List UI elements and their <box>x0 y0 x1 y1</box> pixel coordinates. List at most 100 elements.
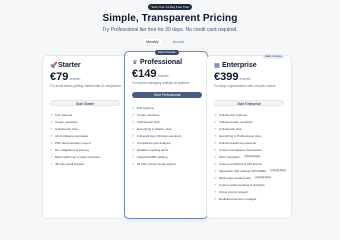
plan-description: For small teams getting started with AI … <box>50 84 122 88</box>
start-professional-button[interactable]: Start Professional <box>132 92 202 98</box>
check-icon: ✓ <box>50 119 53 124</box>
check-icon: ✓ <box>214 119 217 124</box>
check-icon: ✓ <box>132 105 135 110</box>
check-icon: ✓ <box>50 112 53 117</box>
start-starter-button[interactable]: Start Starter <box>50 100 120 106</box>
feature-text: 3 team members <box>55 119 78 124</box>
billing-annual-option[interactable]: Annual <box>169 38 188 45</box>
billing-toggle: Monthly Annual <box>142 38 188 45</box>
billing-monthly-option[interactable]: Monthly <box>142 38 163 45</box>
feature-item: ✓ 60+ obligations & training <box>50 146 124 153</box>
feature-text: Multi-region deployment <box>219 175 252 180</box>
feature-text: Custom workflows & API access <box>219 161 262 166</box>
feature-text: Custom audit reporting & analytics <box>219 182 265 187</box>
early-access-badge: Early Access <box>261 53 285 59</box>
feature-item: ✓ 48 hour email support <box>50 160 124 167</box>
plan-description: For teams managing multiple AI systems <box>132 81 190 85</box>
rocket-icon: 🚀 <box>50 63 58 69</box>
feature-item: ✓ Dedicated account manager <box>214 195 288 202</box>
plan-name: ♛ Professional <box>132 59 182 66</box>
feature-item: ✓ Full audit logs (30 days retention) <box>132 132 206 139</box>
feature-item: ✓ PDF documentation export <box>50 139 124 146</box>
feature-text: Compliance gap analysis <box>137 140 171 145</box>
trial-badge: Start Your 14-Day Free Trial <box>148 4 192 10</box>
feature-list: ✓ Unlimited AI systems ✓ Unlimited team me… <box>214 111 288 202</box>
feature-text: Full audit logs (30 days retention) <box>137 133 182 138</box>
check-icon: ✓ <box>214 189 217 194</box>
feature-item: ✓ Custom compliance frameworks <box>214 146 288 153</box>
plan-price: €149 /month <box>132 68 168 80</box>
feature-text: Unlimited AI chat <box>219 126 242 131</box>
plan-name: ▦ Enterprise <box>214 62 257 69</box>
plan-card-enterprise: Early Access ▦ Enterprise €399 /month Fo… <box>206 53 292 219</box>
check-icon: ✓ <box>214 161 217 166</box>
check-icon: ✓ <box>214 196 217 201</box>
feature-item: ✓ 4 hour priority support <box>214 188 288 195</box>
feature-text: PDF documentation export <box>55 140 91 145</box>
check-icon: ✓ <box>214 112 217 117</box>
feature-item: ✓ Basic audit logs (7 days retention) <box>50 153 124 160</box>
most-popular-badge: Most Popular <box>155 49 179 55</box>
check-icon: ✓ <box>50 154 53 159</box>
feature-text: Custom compliance frameworks <box>219 147 262 152</box>
start-enterprise-button[interactable]: Start Enterprise <box>214 100 284 106</box>
feature-item: ✓ 5 team members <box>132 111 206 118</box>
feature-text: 5 AI systems <box>55 112 73 117</box>
feature-text: Basic audit logs (7 days retention) <box>55 154 101 159</box>
feature-item: ✓ Everything in Professional, plus: <box>214 132 288 139</box>
check-icon: ✓ <box>214 126 217 131</box>
feature-text: Unlimited AI chat <box>55 126 78 131</box>
plan-description: For large organizations with complex nee… <box>214 84 276 88</box>
feature-item: ✓ Unlimited AI systems <box>214 111 288 118</box>
feature-text: 5 team members <box>137 112 160 117</box>
plan-price: €79 /month <box>50 71 80 83</box>
feature-item: ✓ 5 AI systems <box>50 111 124 118</box>
check-icon: ✓ <box>132 119 135 124</box>
price-period: /month <box>239 77 251 81</box>
feature-item: ✓ Advanced RBI tracking <box>132 153 206 160</box>
feature-item: ✓ Custom audit reporting & analytics <box>214 181 288 188</box>
check-icon: ✓ <box>132 133 135 138</box>
price-amount: €149 <box>132 68 157 80</box>
price-amount: €79 <box>50 71 69 83</box>
coming-soon-badge: Coming Soon <box>254 175 273 180</box>
feature-item: ✓ 8 AI systems <box>132 104 206 111</box>
feature-item: ✓ SSO Integration Coming Soon <box>214 153 288 160</box>
feature-text: Everything in Professional, plus: <box>219 133 262 138</box>
check-icon: ✓ <box>50 140 53 145</box>
feature-item: ✓ All compliance templates <box>50 132 124 139</box>
feature-text: 60+ obligations & training <box>55 147 89 152</box>
feature-list: ✓ 8 AI systems ✓ 5 team members ✓ Unlimited… <box>132 104 206 167</box>
feature-text: Unlimited AI chat <box>137 119 160 124</box>
coming-soon-badge: Coming Soon <box>269 168 288 173</box>
check-icon: ✓ <box>214 154 217 159</box>
check-icon: ✓ <box>132 140 135 145</box>
feature-text: Unlimited audit log retention <box>219 140 257 145</box>
feature-item: ✓ Compliance gap analysis <box>132 139 206 146</box>
feature-text: 48 hour email support <box>55 161 85 166</box>
feature-text: Everything in Starter, plus: <box>137 126 173 131</box>
feature-text: Unlimited team members <box>219 119 253 124</box>
plan-name-label: Enterprise <box>222 62 257 69</box>
feature-item: ✓ Unlimited team members <box>214 118 288 125</box>
plan-price: €399 /month <box>214 71 250 83</box>
plan-name-label: Professional <box>140 59 183 66</box>
feature-item: ✓ 24 hour priority email support <box>132 160 206 167</box>
check-icon: ✓ <box>50 133 53 138</box>
check-icon: ✓ <box>50 161 53 166</box>
feature-item: ✓ Integration with existing GRC/SIEM Comin… <box>214 167 288 174</box>
feature-list: ✓ 5 AI systems ✓ 3 team members ✓ Unlimited… <box>50 111 124 167</box>
check-icon: ✓ <box>214 140 217 145</box>
feature-item: ✓ Unlimited AI chat <box>132 118 206 125</box>
feature-item: ✓ Unlimited AI chat <box>50 125 124 132</box>
check-icon: ✓ <box>214 175 217 180</box>
feature-text: 8 AI systems <box>137 105 155 110</box>
building-icon: ▦ <box>214 63 220 69</box>
feature-item: ✓ Multi-region deployment Coming Soon <box>214 174 288 181</box>
feature-item: ✓ Deadline tracking alerts <box>132 146 206 153</box>
check-icon: ✓ <box>132 112 135 117</box>
price-amount: €399 <box>214 71 239 83</box>
check-icon: ✓ <box>132 161 135 166</box>
coming-soon-badge: Coming Soon <box>243 154 262 159</box>
feature-text: 24 hour priority email support <box>137 161 176 166</box>
